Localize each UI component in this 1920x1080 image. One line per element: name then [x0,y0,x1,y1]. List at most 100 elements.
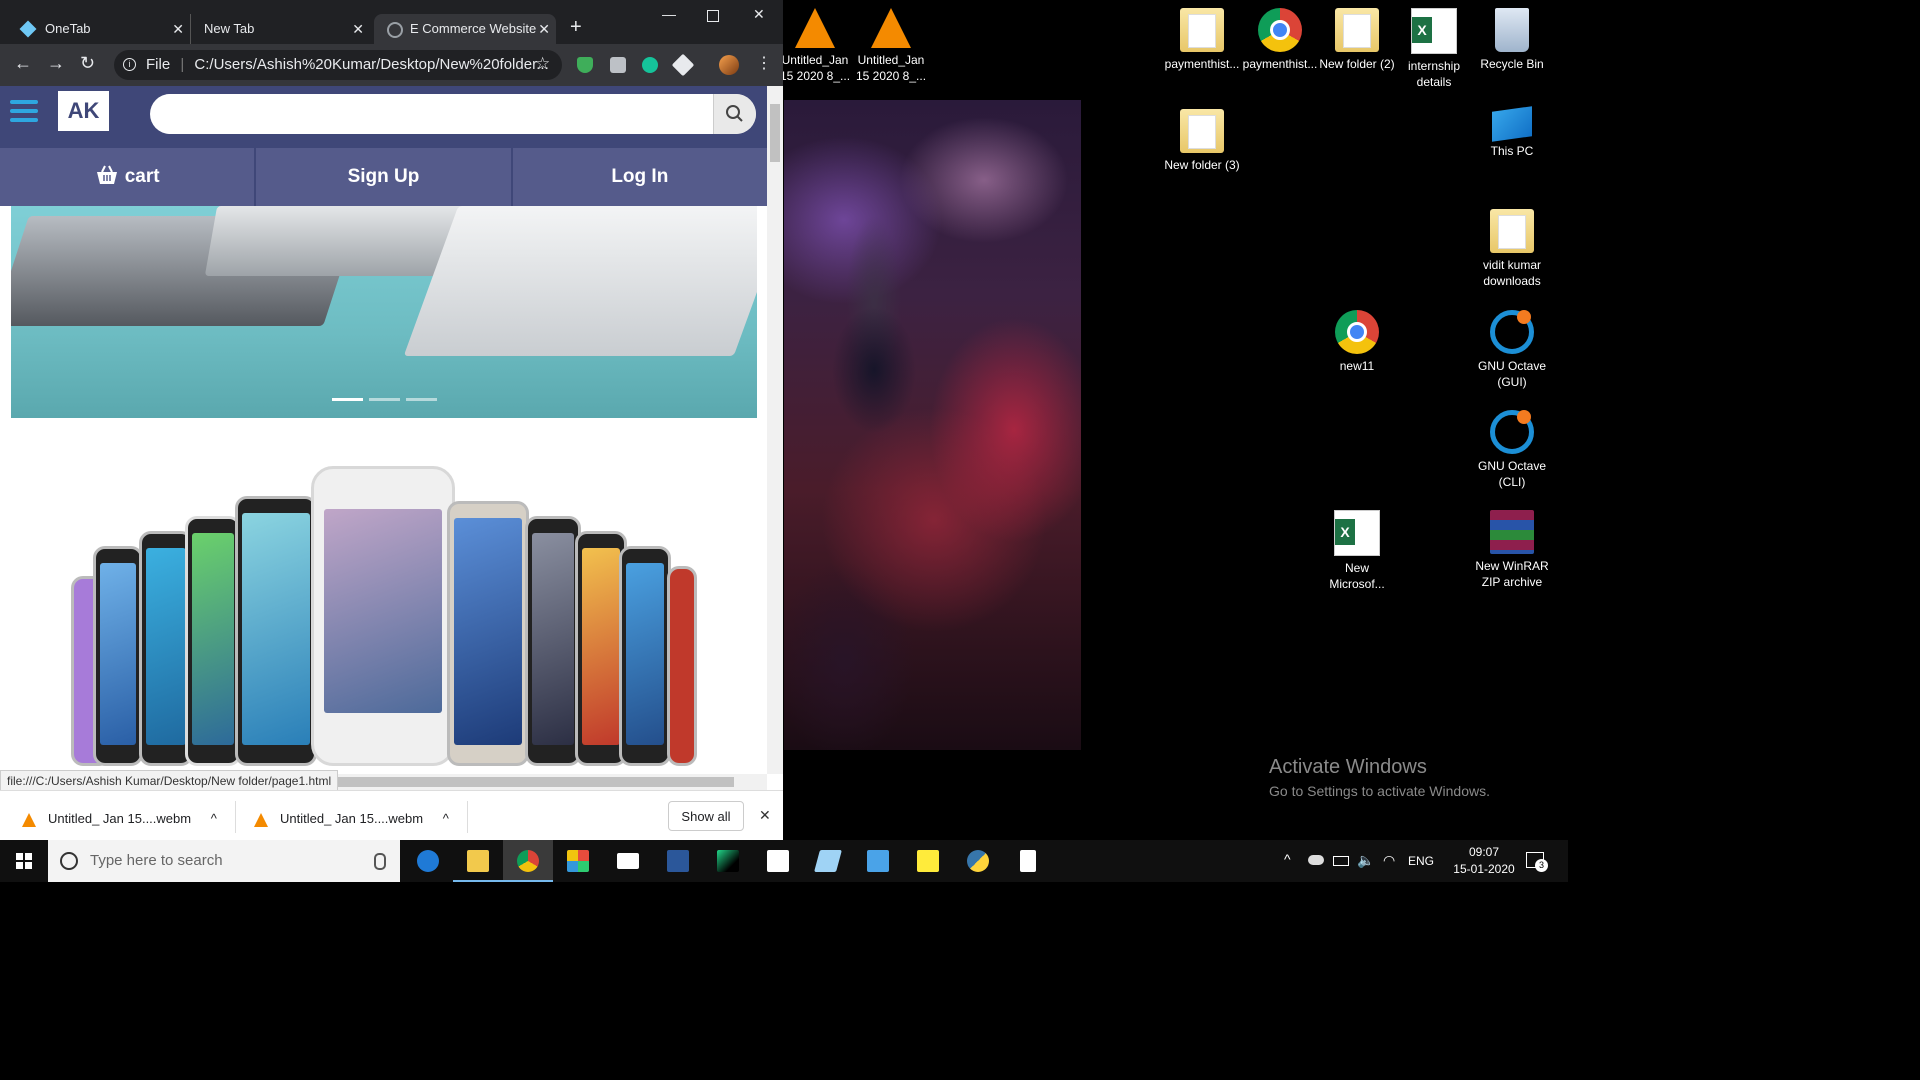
hero-carousel[interactable] [11,206,757,418]
desktop-icon-new-folder-3[interactable]: New folder (3) [1163,103,1241,173]
address-bar[interactable]: i File | C:/Users/Ashish%20Kumar/Desktop… [114,50,562,80]
desktop-icon-vlc-2[interactable]: Untitled_Jan 15 2020 8_... [852,2,930,84]
taskbar-calculator[interactable] [1003,840,1053,882]
taskbar-chrome[interactable] [503,840,553,882]
close-window-icon[interactable]: ✕ [753,6,765,23]
desktop-icon-new-microsoft[interactable]: New Microsof... [1318,504,1396,592]
tray-chevron-icon[interactable]: ^ [1284,851,1291,867]
language-indicator[interactable]: ENG [1408,854,1434,868]
onetab-extension-icon[interactable] [671,53,695,77]
chevron-up-icon[interactable]: ^ [443,811,449,826]
download-item[interactable]: Untitled_ Jan 15....webm ^ [22,791,232,840]
taskbar-pycharm[interactable] [703,840,753,882]
shield-extension-icon[interactable] [577,57,593,73]
forward-icon[interactable]: → [47,53,65,74]
notification-center-button[interactable]: 3 [1526,852,1548,872]
new-tab-button[interactable]: + [570,16,582,39]
login-button[interactable]: Log In [513,148,767,206]
taskbar-app-blue[interactable] [803,840,853,882]
desktop-icon-winrar-archive[interactable]: New WinRAR ZIP archive [1473,504,1551,590]
close-icon[interactable]: ✕ [352,14,364,44]
desktop-icon-paymenthist-folder[interactable]: paymenthist... [1163,2,1241,72]
phone-image [525,516,581,766]
battery-icon[interactable] [1333,856,1349,866]
edge-icon [417,850,439,872]
folder-icon [1335,8,1379,52]
menu-kebab-icon[interactable]: ⋮ [756,53,772,73]
desktop-icon-octave-gui[interactable]: GNU Octave (GUI) [1473,304,1551,390]
scrollbar-thumb[interactable] [770,104,780,162]
desktop-icon-paymenthist-chrome[interactable]: paymenthist... [1241,2,1319,72]
onedrive-icon[interactable] [1308,855,1324,865]
microphone-icon[interactable] [374,853,386,870]
globe-icon [387,22,403,38]
taskbar-python[interactable] [953,840,1003,882]
taskbar-sticky-notes[interactable] [903,840,953,882]
vlc-icon [254,812,268,827]
maximize-icon[interactable] [707,10,719,22]
search-button[interactable] [713,94,756,134]
hamburger-menu-icon[interactable] [10,100,38,122]
minimize-icon[interactable]: — [662,6,676,22]
carousel-dot[interactable] [369,398,400,401]
folder-icon [1490,209,1534,253]
wifi-icon[interactable]: ◠ [1383,852,1395,869]
back-icon[interactable]: ← [14,53,32,74]
tab-onetab[interactable]: OneTab ✕ [10,14,190,44]
site-logo[interactable]: AK [58,91,109,131]
activate-title: Activate Windows [1269,756,1427,778]
search-icon [726,105,743,122]
vertical-scrollbar[interactable] [767,86,783,774]
tab-ecommerce[interactable]: E Commerce Website ✕ [374,14,556,44]
desktop-icon-label: vidit kumar downloads [1482,258,1541,288]
folder-icon [1180,8,1224,52]
bookmark-star-icon[interactable]: ☆ [535,54,550,74]
signup-button[interactable]: Sign Up [256,148,513,206]
desktop-icon-new11[interactable]: new11 [1318,304,1396,374]
desktop-icon-internship-details[interactable]: internship details [1395,2,1473,90]
grammarly-icon[interactable] [642,57,658,73]
system-clock[interactable]: 09:07 15-01-2020 [1452,844,1516,878]
taskbar-word[interactable] [653,840,703,882]
desktop-icon-octave-cli[interactable]: GNU Octave (CLI) [1473,404,1551,490]
download-filename: Untitled_ Jan 15....webm [280,811,424,826]
desktop-icon-label: Untitled_Jan 15 2020 8_... [855,53,927,83]
desktop-icon-this-pc[interactable]: This PC [1473,103,1551,159]
start-button[interactable] [0,840,48,882]
carousel-dot[interactable] [332,398,363,401]
profile-avatar[interactable] [719,55,739,75]
python-icon [967,850,989,872]
show-all-downloads-button[interactable]: Show all [668,801,744,831]
store-bag-icon [767,850,789,872]
desktop-icon-recycle-bin[interactable]: Recycle Bin [1473,2,1551,72]
reload-icon[interactable]: ↻ [80,53,95,74]
chevron-up-icon[interactable]: ^ [211,811,217,826]
taskbar-remote-desktop[interactable] [853,840,903,882]
taskbar-search-box[interactable]: Type here to search [48,840,400,882]
close-downloads-icon[interactable]: ✕ [759,807,771,824]
desktop-icon-vlc-1[interactable]: Untitled_Jan 15 2020 8_... [776,2,854,84]
close-icon[interactable]: ✕ [538,14,550,44]
site-search-input[interactable] [166,94,720,134]
cart-button[interactable]: cart [0,148,257,206]
desktop-icon-vidit-downloads[interactable]: vidit kumar downloads [1473,203,1551,289]
close-icon[interactable]: ✕ [172,14,184,44]
desktop-icon-label: Untitled_Jan 15 2020 8_... [779,53,851,83]
volume-muted-icon[interactable]: 🔈 [1357,852,1374,869]
phone-image [447,501,529,766]
desktop-icon-label: internship details [1407,59,1461,89]
page-viewport: AK cart Sign Up Log In [0,86,767,774]
taskbar-store-tiles[interactable] [553,840,603,882]
taskbar-edge[interactable] [403,840,453,882]
taskbar-file-explorer[interactable] [453,840,503,882]
download-item[interactable]: Untitled_ Jan 15....webm ^ [254,791,464,840]
desktop-icon-new-folder-2[interactable]: New folder (2) [1318,2,1396,72]
taskbar-store[interactable] [753,840,803,882]
winrar-icon [1490,510,1534,554]
link-status-bar: file:///C:/Users/Ashish Kumar/Desktop/Ne… [0,770,339,792]
carousel-dot[interactable] [406,398,437,401]
login-label: Log In [611,166,669,187]
taskbar-mail[interactable] [603,840,653,882]
tab-new-tab[interactable]: New Tab ✕ [190,14,370,44]
camera-extension-icon[interactable] [610,57,626,73]
